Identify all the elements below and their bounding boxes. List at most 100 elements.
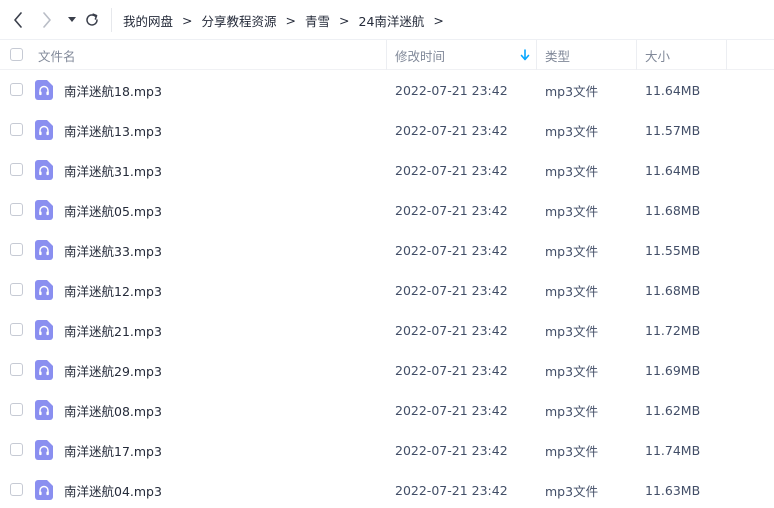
file-size: 11.68MB (645, 282, 701, 298)
breadcrumb: 我的网盘 > 分享教程资源 > 青雪 > 24南洋迷航 > (123, 0, 453, 40)
table-row[interactable]: 南洋迷航13.mp3 2022-07-21 23:42 mp3文件 11.57MB (0, 110, 774, 150)
row-checkbox[interactable] (10, 363, 23, 376)
select-all-checkbox[interactable] (10, 48, 23, 61)
file-name[interactable]: 南洋迷航31.mp3 (64, 150, 162, 190)
table-row[interactable]: 南洋迷航31.mp3 2022-07-21 23:42 mp3文件 11.64MB (0, 150, 774, 190)
table-row[interactable]: 南洋迷航18.mp3 2022-07-21 23:42 mp3文件 11.64MB (0, 70, 774, 110)
file-name[interactable]: 南洋迷航21.mp3 (64, 310, 162, 350)
column-header-name[interactable]: 文件名 (38, 40, 76, 70)
caret-down-icon (68, 17, 76, 22)
file-name[interactable]: 南洋迷航08.mp3 (64, 390, 162, 430)
arrow-down-icon[interactable] (520, 49, 530, 61)
audio-file-icon (35, 440, 53, 460)
history-dropdown[interactable] (63, 10, 81, 30)
file-size: 11.74MB (645, 442, 701, 458)
row-checkbox[interactable] (10, 443, 23, 456)
table-row[interactable]: 南洋迷航05.mp3 2022-07-21 23:42 mp3文件 11.68MB (0, 190, 774, 230)
file-modified-time: 2022-07-21 23:42 (395, 322, 508, 338)
file-modified-time: 2022-07-21 23:42 (395, 442, 508, 458)
file-name[interactable]: 南洋迷航29.mp3 (64, 350, 162, 390)
table-row[interactable]: 南洋迷航29.mp3 2022-07-21 23:42 mp3文件 11.69MB (0, 350, 774, 390)
file-modified-time: 2022-07-21 23:42 (395, 362, 508, 378)
file-type: mp3文件 (545, 363, 599, 379)
file-type: mp3文件 (545, 403, 599, 419)
table-row[interactable]: 南洋迷航21.mp3 2022-07-21 23:42 mp3文件 11.72MB (0, 310, 774, 350)
file-modified-time: 2022-07-21 23:42 (395, 162, 508, 178)
file-size: 11.69MB (645, 362, 701, 378)
row-checkbox[interactable] (10, 283, 23, 296)
breadcrumb-separator: > (285, 12, 296, 28)
row-checkbox[interactable] (10, 203, 23, 216)
row-checkbox[interactable] (10, 163, 23, 176)
breadcrumb-separator: > (182, 12, 193, 28)
audio-file-icon (35, 240, 53, 260)
column-header-type[interactable]: 类型 (545, 40, 570, 70)
audio-file-icon (35, 120, 53, 140)
toolbar-divider (111, 8, 112, 32)
audio-file-icon (35, 360, 53, 380)
row-checkbox[interactable] (10, 323, 23, 336)
file-size: 11.64MB (645, 162, 701, 178)
audio-file-icon (35, 280, 53, 300)
audio-file-icon (35, 400, 53, 420)
file-type: mp3文件 (545, 483, 599, 499)
file-name[interactable]: 南洋迷航13.mp3 (64, 110, 162, 150)
file-size: 11.72MB (645, 322, 701, 338)
refresh-icon (86, 13, 98, 26)
toolbar: 我的网盘 > 分享教程资源 > 青雪 > 24南洋迷航 > (0, 0, 774, 40)
breadcrumb-item[interactable]: 24南洋迷航 (359, 11, 425, 30)
file-name[interactable]: 南洋迷航18.mp3 (64, 70, 162, 110)
table-header: 文件名 修改时间 类型 大小 (0, 40, 774, 70)
audio-file-icon (35, 320, 53, 340)
file-size: 11.62MB (645, 402, 701, 418)
chevron-left-icon (14, 12, 22, 28)
chevron-right-icon (43, 12, 51, 28)
column-header-size[interactable]: 大小 (645, 40, 670, 70)
file-modified-time: 2022-07-21 23:42 (395, 482, 508, 498)
table-row[interactable]: 南洋迷航12.mp3 2022-07-21 23:42 mp3文件 11.68MB (0, 270, 774, 310)
file-size: 11.57MB (645, 122, 701, 138)
breadcrumb-separator: > (433, 12, 444, 28)
file-name[interactable]: 南洋迷航33.mp3 (64, 230, 162, 270)
breadcrumb-item[interactable]: 我的网盘 (123, 11, 173, 30)
file-name[interactable]: 南洋迷航12.mp3 (64, 270, 162, 310)
row-checkbox[interactable] (10, 483, 23, 496)
row-checkbox[interactable] (10, 403, 23, 416)
breadcrumb-separator: > (339, 12, 350, 28)
breadcrumb-item[interactable]: 分享教程资源 (202, 11, 277, 30)
audio-file-icon (35, 160, 53, 180)
file-name[interactable]: 南洋迷航04.mp3 (64, 470, 162, 508)
breadcrumb-item[interactable]: 青雪 (305, 11, 330, 30)
file-type: mp3文件 (545, 283, 599, 299)
file-modified-time: 2022-07-21 23:42 (395, 282, 508, 298)
file-modified-time: 2022-07-21 23:42 (395, 122, 508, 138)
table-row[interactable]: 南洋迷航33.mp3 2022-07-21 23:42 mp3文件 11.55MB (0, 230, 774, 270)
row-checkbox[interactable] (10, 83, 23, 96)
file-type: mp3文件 (545, 123, 599, 139)
back-button[interactable] (9, 10, 27, 30)
file-size: 11.64MB (645, 82, 701, 98)
refresh-button[interactable] (83, 10, 101, 30)
file-size: 11.68MB (645, 202, 701, 218)
file-name[interactable]: 南洋迷航17.mp3 (64, 430, 162, 470)
row-checkbox[interactable] (10, 243, 23, 256)
table-row[interactable]: 南洋迷航04.mp3 2022-07-21 23:42 mp3文件 11.63MB (0, 470, 774, 508)
table-row[interactable]: 南洋迷航08.mp3 2022-07-21 23:42 mp3文件 11.62MB (0, 390, 774, 430)
table-row[interactable]: 南洋迷航17.mp3 2022-07-21 23:42 mp3文件 11.74MB (0, 430, 774, 470)
column-divider[interactable] (726, 40, 727, 70)
column-header-modified[interactable]: 修改时间 (395, 40, 445, 70)
file-type: mp3文件 (545, 243, 599, 259)
forward-button[interactable] (38, 10, 56, 30)
file-size: 11.55MB (645, 242, 701, 258)
file-type: mp3文件 (545, 323, 599, 339)
column-divider[interactable] (386, 40, 387, 70)
file-name[interactable]: 南洋迷航05.mp3 (64, 190, 162, 230)
column-divider[interactable] (536, 40, 537, 70)
row-checkbox[interactable] (10, 123, 23, 136)
file-type: mp3文件 (545, 163, 599, 179)
audio-file-icon (35, 200, 53, 220)
audio-file-icon (35, 480, 53, 500)
file-modified-time: 2022-07-21 23:42 (395, 402, 508, 418)
file-type: mp3文件 (545, 83, 599, 99)
column-divider[interactable] (636, 40, 637, 70)
